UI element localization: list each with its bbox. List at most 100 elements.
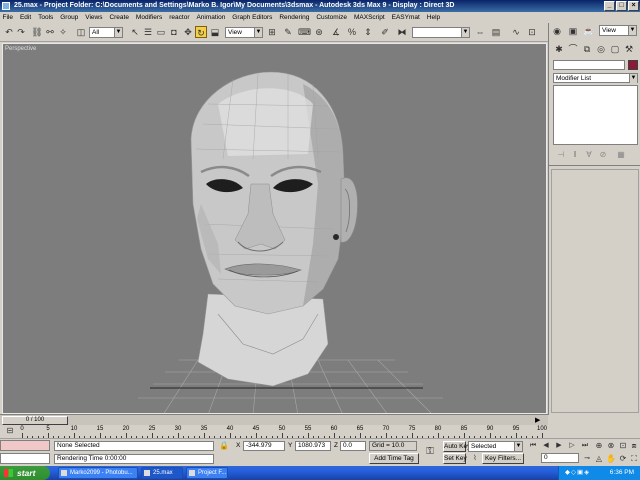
keyboard-shortcut-override-icon[interactable]: ⌨ [298,26,311,38]
pin-stack-icon[interactable]: ⊣ [555,149,567,161]
show-end-result-icon[interactable]: ‖ [569,149,581,161]
start-button[interactable]: start [0,466,50,480]
y-coordinate-field[interactable]: 1080.973 [295,441,331,451]
object-color-swatch[interactable] [628,60,638,70]
selection-filter-dropdown[interactable]: All ▼ [89,27,123,38]
go-to-start-icon[interactable]: ⏮ [527,440,539,452]
window-crossing-icon[interactable]: ◘ [168,26,180,38]
rectangular-selection-icon[interactable]: ▭ [155,26,167,38]
menu-group[interactable]: Group [58,14,81,21]
modify-tab-icon[interactable]: ⌒ [567,43,579,56]
head-mesh[interactable] [190,71,358,387]
menu-help[interactable]: Help [424,14,442,21]
current-frame-field[interactable]: 0 [541,453,579,463]
key-filters-button[interactable]: Key Filters... [482,453,524,464]
redo-icon[interactable]: ↷ [15,26,27,38]
select-object-icon[interactable]: ↖ [129,26,141,38]
track-bar[interactable]: ⊟ 0 5 10 15 20 25 30 35 40 45 50 55 60 65 70 75 80 85 90 95… [0,425,548,438]
lock-selection-icon[interactable]: 🔒 [218,440,230,452]
rollout-area[interactable] [551,169,639,413]
edit-named-selection-icon[interactable]: ✐ [379,26,391,38]
mirror-icon[interactable]: ⧓ [396,26,408,38]
x-coordinate-field[interactable]: -344.979 [243,441,285,451]
menu-animation[interactable]: Animation [194,14,228,21]
maximize-button[interactable]: □ [616,1,627,11]
time-slider-thumb[interactable]: 0 / 100 [2,416,68,425]
title-bar[interactable]: 25.max - Project Folder: C:\Documents an… [0,0,640,12]
chevron-right-icon[interactable]: ▶ [535,416,540,424]
material-editor-icon[interactable]: ◉ [551,25,563,37]
maxscript-listener-mini[interactable] [0,440,50,451]
auto-key-button[interactable]: Auto Key [443,441,470,452]
percent-snap-icon[interactable]: % [346,26,358,38]
motion-tab-icon[interactable]: ◎ [595,43,607,56]
default-in-out-tangents-icon[interactable]: ⌇ [470,453,480,463]
zoom-extents-all-icon[interactable]: ⧈ [628,440,640,452]
menu-edit[interactable]: Edit [17,14,33,21]
play-icon[interactable]: ▶ [553,440,565,452]
quick-render-icon[interactable]: ☕ [583,25,595,37]
layer-manager-icon[interactable]: ▤ [490,26,502,38]
snaps-toggle-icon[interactable]: ⊛ [313,26,325,38]
utilities-tab-icon[interactable]: ⚒ [623,43,635,56]
add-time-tag-button[interactable]: Add Time Tag [369,453,419,464]
close-button[interactable]: × [628,1,639,11]
hierarchy-tab-icon[interactable]: ⧉ [581,43,593,56]
undo-icon[interactable]: ↶ [3,26,15,38]
taskbar-item-3dsmax[interactable]: 25.max [141,467,183,479]
render-view-dropdown[interactable]: View ▼ [599,25,637,36]
key-mode-toggle-icon[interactable]: ⊸ [581,453,593,465]
key-mode-dropdown[interactable]: Selected ▼ [468,441,523,452]
make-unique-icon[interactable]: ∀ [583,149,595,161]
select-and-scale-icon[interactable]: ⬓ [209,26,221,38]
minimize-button[interactable]: _ [604,1,615,11]
perspective-viewport[interactable]: Perspective [2,43,547,414]
time-slider[interactable]: 0 / 100 ▶ [0,414,548,425]
menu-maxscript[interactable]: MAXScript [351,14,387,21]
set-key-button[interactable]: Set Key [443,453,467,464]
curve-editor-icon[interactable]: ∿ [510,26,522,38]
bind-space-warp-icon[interactable]: ✧ [57,26,69,38]
key-icon[interactable]: ⚿ [424,446,436,458]
previous-frame-icon[interactable]: ◀ [540,440,552,452]
menu-views[interactable]: Views [83,14,105,21]
select-and-link-icon[interactable]: ⛓ [31,26,43,38]
select-and-manipulate-icon[interactable]: ✎ [282,26,294,38]
next-frame-icon[interactable]: ▷ [566,440,578,452]
open-mini-curve-editor-icon[interactable]: ⊟ [4,425,16,437]
modifier-list-dropdown[interactable]: Modifier List ▼ [553,73,638,83]
menu-rendering[interactable]: Rendering [277,14,312,21]
display-tab-icon[interactable]: ▢ [609,43,621,56]
clock[interactable]: 6:36 PM [610,469,634,476]
render-scene-icon[interactable]: ▣ [567,25,579,37]
maximize-viewport-icon[interactable]: ⛶ [628,453,640,465]
pan-icon[interactable]: ✋ [605,453,617,465]
maxscript-output-mini[interactable] [0,453,50,464]
spinner-snap-icon[interactable]: ⇕ [362,26,374,38]
remove-modifier-icon[interactable]: ⊘ [597,149,609,161]
object-name-field[interactable] [553,60,625,70]
menu-tools[interactable]: Tools [36,14,56,21]
menu-easymat[interactable]: EASYmat [389,14,422,21]
taskbar-item-photobucket[interactable]: Marko2099 - Photobu... [58,467,138,479]
menu-customize[interactable]: Customize [314,14,350,21]
select-object-icon[interactable]: ◫ [75,26,87,38]
menu-file[interactable]: File [0,14,15,21]
field-of-view-icon[interactable]: ◬ [593,453,605,465]
pivot-center-icon[interactable]: ⊞ [266,26,278,38]
modifier-stack[interactable] [553,85,638,145]
z-coordinate-field[interactable]: 0.0 [340,441,366,451]
go-to-end-icon[interactable]: ⏭ [579,440,591,452]
configure-modifier-sets-icon[interactable]: ▦ [615,149,627,161]
unlink-icon[interactable]: ⚯ [44,26,56,38]
schematic-view-icon[interactable]: ⊡ [526,26,538,38]
menu-modifiers[interactable]: Modifiers [133,14,164,21]
zoom-all-icon[interactable]: ⊗ [605,440,617,452]
select-and-rotate-icon[interactable]: ↻ [195,26,207,38]
select-and-move-icon[interactable]: ✥ [182,26,194,38]
align-icon[interactable]: ⇔ [474,26,486,38]
angle-snap-icon[interactable]: ∡ [330,26,342,38]
tray-icons[interactable]: ◆◇▣◈ [565,466,590,480]
taskbar-item-project-folder[interactable]: Project F... [186,467,228,479]
reference-coordinate-dropdown[interactable]: View ▼ [225,27,263,38]
